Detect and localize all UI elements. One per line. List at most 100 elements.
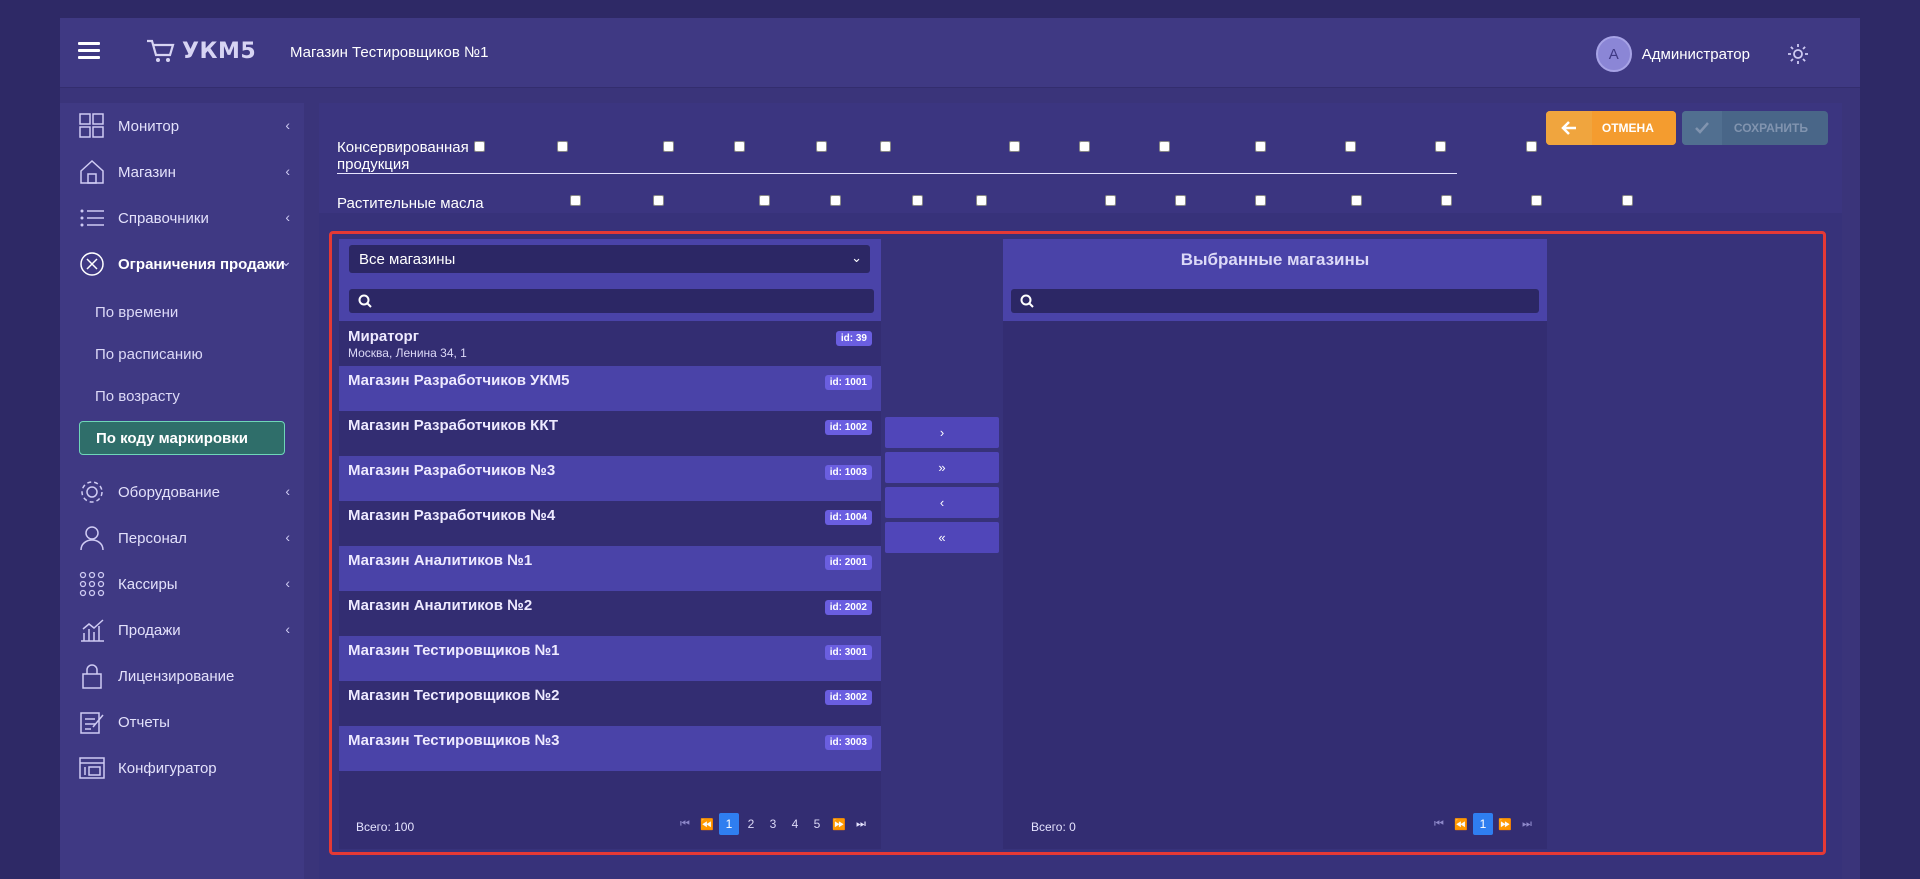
- gear-icon: [78, 478, 106, 506]
- available-stores-search-input[interactable]: [349, 289, 874, 313]
- first-page-icon[interactable]: ⏮: [675, 813, 695, 835]
- list-item[interactable]: Магазин Разработчиков №3 id: 1003: [339, 456, 881, 501]
- checkbox[interactable]: [1351, 195, 1362, 206]
- lock-icon: [78, 662, 106, 690]
- double-chevron-right-icon: »: [938, 460, 946, 475]
- store-id-badge: id: 1004: [824, 510, 872, 525]
- sidebar-item-sale-restrictions[interactable]: Ограничения продажи ⌄: [60, 241, 304, 287]
- sidebar-item-sales[interactable]: Продажи ‹: [60, 607, 304, 653]
- checkbox[interactable]: [1175, 195, 1186, 206]
- checkbox[interactable]: [663, 141, 674, 152]
- sub-item-by-schedule[interactable]: По расписанию: [60, 333, 304, 375]
- list-item[interactable]: Мираторг Москва, Ленина 34, 1 id: 39: [339, 322, 881, 366]
- settings-gear-icon[interactable]: [1786, 42, 1810, 71]
- sidebar-item-licensing[interactable]: Лицензирование: [60, 653, 304, 699]
- sidebar-item-cashiers[interactable]: Кассиры ‹: [60, 561, 304, 607]
- page-button[interactable]: 3: [763, 813, 783, 835]
- sub-item-by-marking-code[interactable]: По коду маркировки: [79, 421, 285, 455]
- sidebar-item-label: Продажи: [118, 621, 181, 639]
- move-right-button[interactable]: ›: [885, 417, 999, 448]
- checkbox[interactable]: [830, 195, 841, 206]
- transfer-buttons: › » ‹ «: [885, 417, 999, 553]
- prev-page-icon[interactable]: ⏪: [1451, 813, 1471, 835]
- checkbox[interactable]: [1345, 141, 1356, 152]
- first-page-icon[interactable]: ⏮: [1429, 813, 1449, 835]
- store-filter-select[interactable]: Все магазины ⌄: [349, 245, 870, 273]
- list-item[interactable]: Магазин Разработчиков ККТ id: 1002: [339, 411, 881, 456]
- page-button[interactable]: 1: [719, 813, 739, 835]
- user-name[interactable]: Администратор: [1642, 46, 1750, 63]
- sidebar-item-monitor[interactable]: Монитор ‹: [60, 103, 304, 149]
- sidebar-item-configurator[interactable]: Конфигуратор: [60, 745, 304, 791]
- list-item[interactable]: Магазин Тестировщиков №3 id: 3003: [339, 726, 881, 771]
- list-item[interactable]: Магазин Тестировщиков №2 id: 3002: [339, 681, 881, 726]
- checkbox[interactable]: [653, 195, 664, 206]
- checkbox[interactable]: [1435, 141, 1446, 152]
- store-name: Мираторг: [348, 328, 419, 345]
- store-name: Магазин Аналитиков №1: [348, 552, 533, 569]
- selected-stores-search-input[interactable]: [1011, 289, 1539, 313]
- save-button[interactable]: СОХРАНИТЬ: [1681, 111, 1828, 145]
- sidebar-item-equipment[interactable]: Оборудование ‹: [60, 469, 304, 515]
- sidebar-item-directories[interactable]: Справочники ‹: [60, 195, 304, 241]
- list-item[interactable]: Магазин Аналитиков №1 id: 2001: [339, 546, 881, 591]
- logo[interactable]: УКМ5: [146, 38, 256, 64]
- checkbox[interactable]: [816, 141, 827, 152]
- checkbox[interactable]: [1255, 141, 1266, 152]
- menu-icon[interactable]: [78, 42, 100, 60]
- checkbox[interactable]: [557, 141, 568, 152]
- checkbox[interactable]: [976, 195, 987, 206]
- checkbox[interactable]: [1255, 195, 1266, 206]
- store-id-badge: id: 1002: [824, 420, 872, 435]
- checkbox[interactable]: [1531, 195, 1542, 206]
- checkbox[interactable]: [1079, 141, 1090, 152]
- move-all-left-button[interactable]: «: [885, 522, 999, 553]
- next-page-icon[interactable]: ⏩: [829, 813, 849, 835]
- checkbox[interactable]: [570, 195, 581, 206]
- move-all-right-button[interactable]: »: [885, 452, 999, 483]
- list-item[interactable]: Магазин Разработчиков №4 id: 1004: [339, 501, 881, 546]
- checkbox[interactable]: [1009, 141, 1020, 152]
- checkbox[interactable]: [1622, 195, 1633, 206]
- sidebar-item-reports[interactable]: Отчеты: [60, 699, 304, 745]
- checkbox[interactable]: [1105, 195, 1116, 206]
- next-page-icon[interactable]: ⏩: [1495, 813, 1515, 835]
- last-page-icon[interactable]: ⏭: [851, 813, 871, 835]
- prev-page-icon[interactable]: ⏪: [697, 813, 717, 835]
- page-button[interactable]: 4: [785, 813, 805, 835]
- move-left-button[interactable]: ‹: [885, 487, 999, 518]
- available-total: Всего: 100: [356, 820, 415, 834]
- sidebar-item-label: Персонал: [118, 529, 187, 547]
- checkbox[interactable]: [1526, 141, 1537, 152]
- chevron-left-icon: ‹: [285, 575, 290, 591]
- checkbox[interactable]: [759, 195, 770, 206]
- sidebar-item-label: Монитор: [118, 117, 180, 135]
- checkbox[interactable]: [880, 141, 891, 152]
- cancel-button[interactable]: ОТМЕНА: [1545, 111, 1676, 145]
- checkbox[interactable]: [912, 195, 923, 206]
- page-button[interactable]: 1: [1473, 813, 1493, 835]
- sidebar-item-personnel[interactable]: Персонал ‹: [60, 515, 304, 561]
- list-item[interactable]: Магазин Разработчиков УКМ5 id: 1001: [339, 366, 881, 411]
- avatar[interactable]: A: [1595, 36, 1632, 72]
- last-page-icon[interactable]: ⏭: [1517, 813, 1537, 835]
- sidebar-item-shop[interactable]: Магазин ‹: [60, 149, 304, 195]
- list-item[interactable]: Магазин Тестировщиков №1 id: 3001: [339, 636, 881, 681]
- user-menu[interactable]: A Администратор: [1595, 36, 1750, 72]
- page-button[interactable]: 5: [807, 813, 827, 835]
- sub-item-by-time[interactable]: По времени: [60, 291, 304, 333]
- checkbox[interactable]: [474, 141, 485, 152]
- store-filter-value: Все магазины: [359, 251, 456, 268]
- checkbox[interactable]: [1159, 141, 1170, 152]
- store-name: Магазин Тестировщиков №3: [348, 732, 560, 749]
- sidebar-item-label: Справочники: [118, 209, 209, 227]
- page-button[interactable]: 2: [741, 813, 761, 835]
- chevron-down-icon: ⌄: [851, 250, 862, 265]
- list-item[interactable]: Магазин Аналитиков №2 id: 2002: [339, 591, 881, 636]
- products-card: Консервированная продукция Растительные …: [319, 103, 1842, 213]
- sub-item-by-age[interactable]: По возрасту: [60, 375, 304, 417]
- sidebar-item-label: Кассиры: [118, 575, 178, 593]
- selected-pagination: ⏮ ⏪ 1 ⏩ ⏭: [1429, 813, 1537, 835]
- checkbox[interactable]: [1441, 195, 1452, 206]
- checkbox[interactable]: [734, 141, 745, 152]
